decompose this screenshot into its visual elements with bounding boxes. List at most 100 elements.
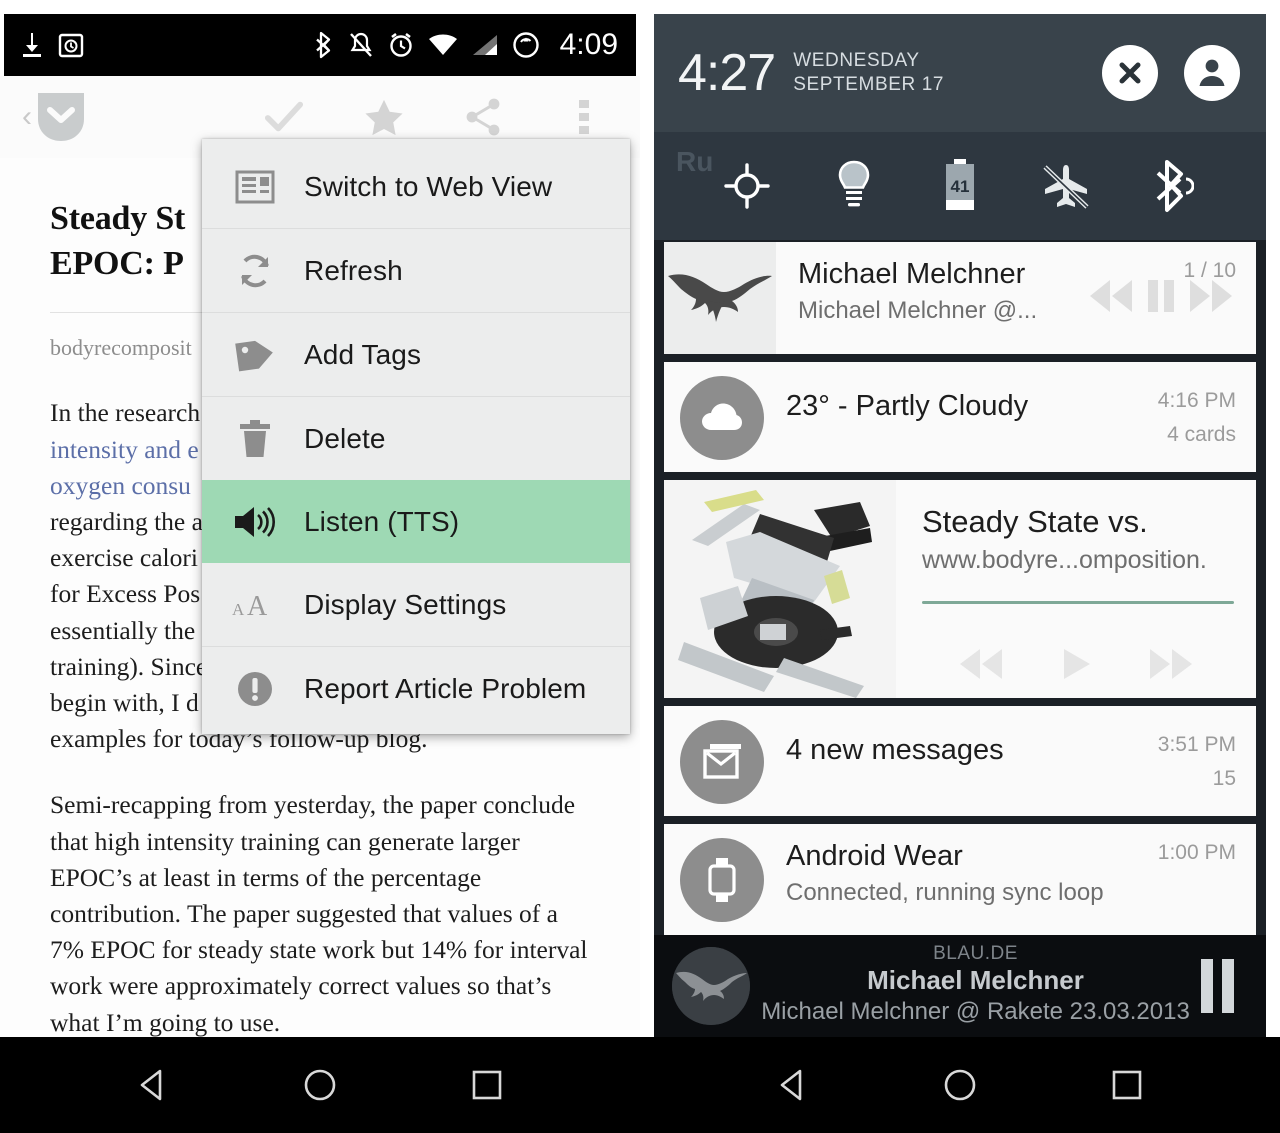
media-controls	[1088, 276, 1234, 316]
back-nav-icon[interactable]	[763, 1055, 823, 1115]
battery-tile[interactable]: 41	[931, 157, 989, 215]
home-nav-icon[interactable]	[930, 1055, 990, 1115]
notification-body: Steady State vs. www.bodyre...omposition…	[896, 480, 1256, 698]
notification-meta: 3:51 PM 15	[1158, 728, 1236, 795]
notification-subtitle: Connected, running sync loop	[786, 879, 1104, 907]
exclamation-icon	[232, 666, 278, 712]
play-icon[interactable]	[1059, 646, 1093, 682]
svg-text:A: A	[247, 591, 268, 621]
cloud-icon	[680, 376, 764, 460]
media-album: BLAU.DE	[933, 942, 1018, 964]
font-size-icon: AA	[232, 582, 278, 628]
pause-bar-left	[1201, 959, 1213, 1013]
menu-item-label: Refresh	[304, 254, 403, 286]
shade-date: WEDNESDAY SEPTEMBER 17	[793, 49, 944, 98]
home-nav-icon[interactable]	[290, 1055, 350, 1115]
user-profile-button[interactable]	[1184, 45, 1240, 101]
notification-body: Android Wear Connected, running sync loo…	[764, 824, 1256, 936]
menu-item-display-settings[interactable]: AA Display Settings	[202, 563, 630, 646]
menu-item-label: Report Article Problem	[304, 672, 587, 704]
dual-phone-screenshot: 4:09 ‹ Steady St EPOC: P bodyrecomposit …	[0, 0, 1280, 1133]
favorite-star-icon[interactable]	[364, 97, 404, 137]
p1-line-5: exercise calori	[50, 543, 198, 573]
notification-time: 1:00 PM	[1157, 841, 1236, 864]
menu-item-listen-tts[interactable]: Listen (TTS)	[202, 480, 630, 563]
back-button[interactable]: ‹	[22, 100, 32, 134]
trash-icon	[232, 416, 278, 462]
gmail-icon	[680, 720, 764, 804]
status-bar-time: 4:09	[559, 28, 618, 61]
pause-bar-right	[1222, 959, 1234, 1013]
svg-text:41: 41	[951, 177, 970, 196]
rewind-icon[interactable]	[958, 646, 1004, 682]
notification-body: 23° - Partly Cloudy 4:16 PM 4 cards	[764, 362, 1256, 472]
notification-list: Michael Melchner Michael Melchner @... 1…	[654, 240, 1266, 1037]
brightness-tile[interactable]	[825, 157, 883, 215]
back-nav-icon[interactable]	[123, 1055, 183, 1115]
status-bar: 4:09	[4, 14, 636, 76]
notification-time: 4:16 PM	[1157, 389, 1236, 412]
pocket-logo[interactable]	[34, 89, 88, 145]
p1-line-2[interactable]: intensity and e	[50, 435, 199, 464]
notification-time: 3:51 PM	[1157, 733, 1236, 756]
notification-title: Steady State vs.	[922, 504, 1148, 539]
notification-music-player[interactable]: Michael Melchner Michael Melchner @... 1…	[664, 242, 1256, 354]
album-art-eagle	[664, 242, 776, 354]
location-tile[interactable]	[718, 157, 776, 215]
media-footer-bar[interactable]: BLAU.DE Michael Melchner Michael Melchne…	[654, 935, 1266, 1037]
left-phone-screen: 4:09 ‹ Steady St EPOC: P bodyrecomposit …	[0, 0, 640, 1133]
notification-count: 15	[1212, 766, 1236, 790]
menu-item-refresh[interactable]: Refresh	[202, 229, 630, 312]
notification-count: 4 cards	[1167, 422, 1236, 446]
airplane-mode-tile[interactable]	[1037, 157, 1095, 215]
next-icon[interactable]	[1188, 276, 1234, 316]
bluetooth-tile[interactable]	[1144, 157, 1202, 215]
wifi-icon	[428, 33, 458, 57]
menu-item-label: Display Settings	[304, 588, 507, 620]
shade-clock: 4:27	[678, 44, 776, 102]
tag-icon	[232, 332, 278, 378]
notification-android-wear[interactable]: Android Wear Connected, running sync loo…	[664, 824, 1256, 936]
p1-line-3[interactable]: oxygen consu	[50, 471, 191, 500]
notification-body: Michael Melchner Michael Melchner @... 1…	[776, 242, 1256, 354]
close-button[interactable]	[1102, 45, 1158, 101]
forward-icon[interactable]	[1148, 646, 1194, 682]
pause-icon[interactable]	[1144, 276, 1178, 316]
recents-nav-icon[interactable]	[1097, 1055, 1157, 1115]
p1-line-8: training). Since	[50, 651, 208, 681]
notification-weather[interactable]: 23° - Partly Cloudy 4:16 PM 4 cards	[664, 362, 1256, 472]
share-icon[interactable]	[464, 97, 504, 137]
previous-icon[interactable]	[1088, 276, 1134, 316]
notification-body: 4 new messages 3:51 PM 15	[764, 706, 1256, 816]
menu-item-label: Listen (TTS)	[304, 505, 460, 537]
overflow-menu-popup: Switch to Web View Refresh Add Tags Dele…	[202, 139, 630, 734]
pause-icon[interactable]	[1201, 959, 1248, 1013]
signal-icon	[472, 33, 498, 57]
watch-icon	[680, 838, 764, 922]
exercise-bike-thumbnail	[664, 480, 896, 698]
article-paragraph-2: Semi-recapping from yesterday, the paper…	[50, 790, 588, 1037]
notification-pocket-article[interactable]: Steady State vs. www.bodyre...omposition…	[664, 480, 1256, 698]
media-footer-text: BLAU.DE Michael Melchner Michael Melchne…	[750, 943, 1201, 1026]
menu-item-label: Add Tags	[304, 338, 422, 370]
menu-item-label: Delete	[304, 422, 386, 454]
media-progress-bar[interactable]	[922, 600, 1234, 604]
notification-messages[interactable]: 4 new messages 3:51 PM 15	[664, 706, 1256, 816]
web-view-icon	[232, 164, 278, 210]
p1-line-1: In the research	[50, 398, 201, 428]
menu-item-report-article-problem[interactable]: Report Article Problem	[202, 647, 630, 730]
alarm-icon	[388, 31, 414, 59]
shade-date-value: SEPTEMBER 17	[793, 74, 945, 95]
menu-item-delete[interactable]: Delete	[202, 397, 630, 480]
archive-check-icon[interactable]	[264, 97, 304, 137]
quick-settings-tiles: Ru 41	[654, 132, 1266, 240]
recents-nav-icon[interactable]	[457, 1055, 517, 1115]
download-icon	[20, 32, 44, 58]
overflow-menu-icon[interactable]	[564, 97, 604, 137]
speaker-icon	[232, 499, 278, 545]
navigation-bar	[0, 1037, 640, 1133]
media-controls	[896, 646, 1256, 682]
menu-item-add-tags[interactable]: Add Tags	[202, 313, 630, 396]
p1-line-6: for Excess Pos	[50, 579, 201, 609]
menu-item-switch-to-web-view[interactable]: Switch to Web View	[202, 145, 630, 228]
